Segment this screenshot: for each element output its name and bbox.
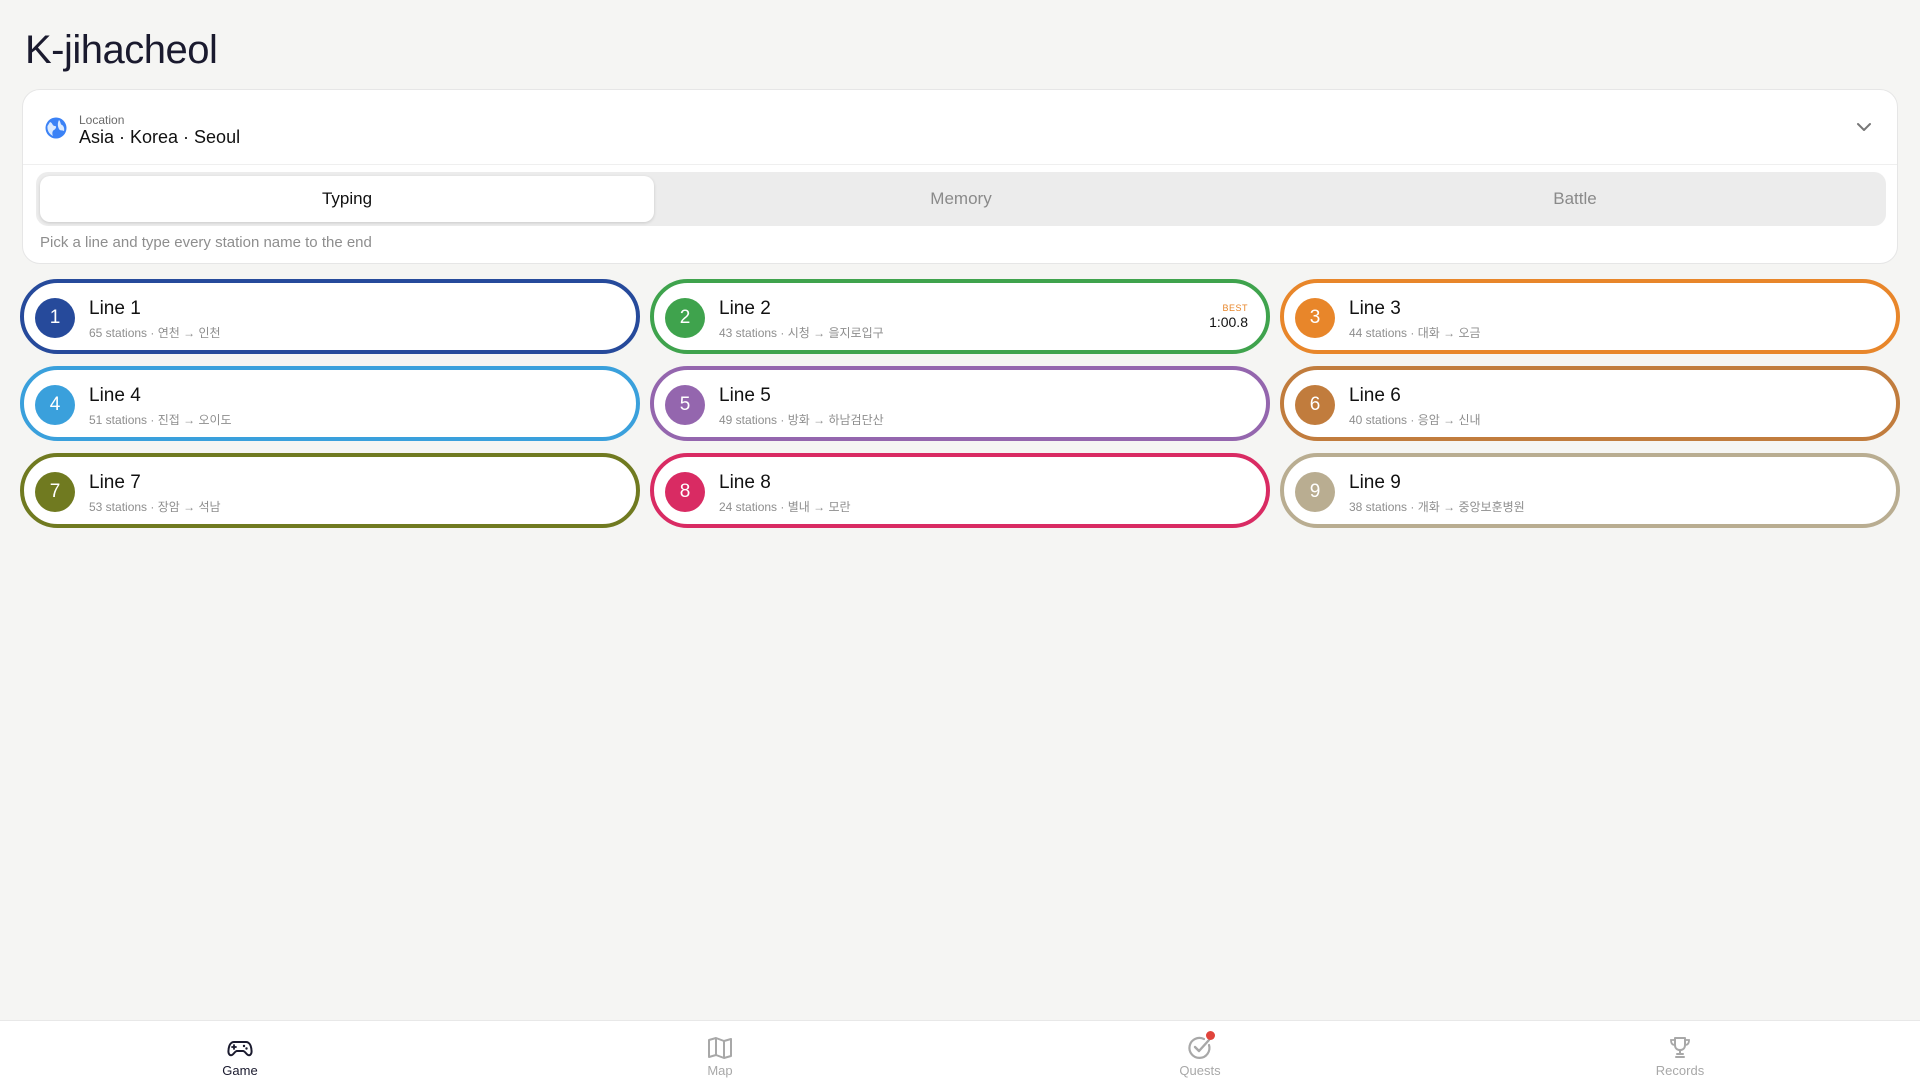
line-name: Line 9	[1349, 472, 1401, 493]
nav-label: Records	[1655, 1063, 1705, 1078]
line-card-1[interactable]: 1 Line 1 65 stations · 연천 → 인천	[20, 279, 640, 354]
line-card-2[interactable]: 2 Line 2 43 stations · 시청 → 을지로입구 BEST 1…	[650, 279, 1270, 354]
nav-label: Quests	[1179, 1063, 1221, 1078]
line-name: Line 6	[1349, 385, 1401, 406]
nav-label: Game	[222, 1063, 258, 1078]
line-name: Line 5	[719, 385, 771, 406]
check-badge-icon	[1187, 1031, 1215, 1061]
tab-memory[interactable]: Memory	[654, 176, 1268, 222]
tab-typing[interactable]: Typing	[40, 176, 654, 222]
line-name: Line 8	[719, 472, 771, 493]
line-number-badge: 9	[1295, 472, 1335, 512]
line-card-7[interactable]: 7 Line 7 53 stations · 장암 → 석남	[20, 453, 640, 528]
nav-quests[interactable]: Quests	[960, 1021, 1440, 1080]
line-number-badge: 5	[665, 385, 705, 425]
line-card-9[interactable]: 9 Line 9 38 stations · 개화 → 중앙보훈병원	[1280, 453, 1900, 528]
app-title: K-jihacheol	[25, 28, 218, 72]
line-meta: 51 stations · 진접 → 오이도	[89, 413, 232, 427]
line-meta: 53 stations · 장암 → 석남	[89, 500, 221, 514]
nav-records[interactable]: Records	[1440, 1021, 1920, 1080]
line-name: Line 3	[1349, 298, 1401, 319]
line-number-badge: 4	[35, 385, 75, 425]
line-name: Line 2	[719, 298, 771, 319]
line-meta: 40 stations · 응암 → 신내	[1349, 413, 1481, 427]
line-card-3[interactable]: 3 Line 3 44 stations · 대화 → 오금	[1280, 279, 1900, 354]
settings-panel: Location Asia · Korea · Seoul Typing Mem…	[22, 89, 1898, 264]
mode-hint: Pick a line and type every station name …	[40, 234, 372, 251]
nav-map[interactable]: Map	[480, 1021, 960, 1080]
mode-tabs: Typing Memory Battle	[36, 172, 1886, 226]
location-label: Location	[79, 113, 125, 127]
line-name: Line 1	[89, 298, 141, 319]
line-meta: 43 stations · 시청 → 을지로입구	[719, 326, 884, 340]
trophy-icon	[1670, 1037, 1690, 1058]
line-number-badge: 1	[35, 298, 75, 338]
line-meta: 49 stations · 방화 → 하남검단산	[719, 413, 884, 427]
nav-game[interactable]: Game	[0, 1021, 480, 1080]
line-number-badge: 7	[35, 472, 75, 512]
line-meta: 24 stations · 별내 → 모란	[719, 500, 851, 514]
line-meta: 44 stations · 대화 → 오금	[1349, 326, 1481, 340]
location-value: Asia · Korea · Seoul	[79, 127, 241, 147]
line-meta: 65 stations · 연천 → 인천	[89, 326, 221, 340]
nav-label: Map	[707, 1063, 733, 1078]
bottom-nav: Game Map Quests Records	[0, 1020, 1920, 1080]
line-grid: 1 Line 1 65 stations · 연천 → 인천 2 Line 2 …	[20, 279, 1900, 528]
line-card-4[interactable]: 4 Line 4 51 stations · 진접 → 오이도	[20, 366, 640, 441]
map-icon	[708, 1037, 732, 1059]
line-name: Line 7	[89, 472, 141, 493]
chevron-down-icon[interactable]	[1855, 118, 1873, 136]
line-number-badge: 2	[665, 298, 705, 338]
line-number-badge: 6	[1295, 385, 1335, 425]
line-card-6[interactable]: 6 Line 6 40 stations · 응암 → 신내	[1280, 366, 1900, 441]
best-label: BEST	[1222, 303, 1248, 313]
line-name: Line 4	[89, 385, 141, 406]
best-record: BEST 1:00.8	[1209, 303, 1248, 330]
notification-dot	[1206, 1031, 1215, 1040]
line-meta: 38 stations · 개화 → 중앙보훈병원	[1349, 500, 1525, 514]
tab-battle[interactable]: Battle	[1268, 176, 1882, 222]
globe-icon	[45, 117, 67, 139]
app-root: K-jihacheol Location Asia · Korea · Seou…	[0, 0, 1920, 1080]
line-card-5[interactable]: 5 Line 5 49 stations · 방화 → 하남검단산	[650, 366, 1270, 441]
line-number-badge: 3	[1295, 298, 1335, 338]
best-time: 1:00.8	[1209, 314, 1248, 330]
gamepad-icon	[227, 1041, 253, 1057]
line-card-8[interactable]: 8 Line 8 24 stations · 별내 → 모란	[650, 453, 1270, 528]
location-selector[interactable]: Location Asia · Korea · Seoul	[23, 90, 1897, 165]
line-number-badge: 8	[665, 472, 705, 512]
